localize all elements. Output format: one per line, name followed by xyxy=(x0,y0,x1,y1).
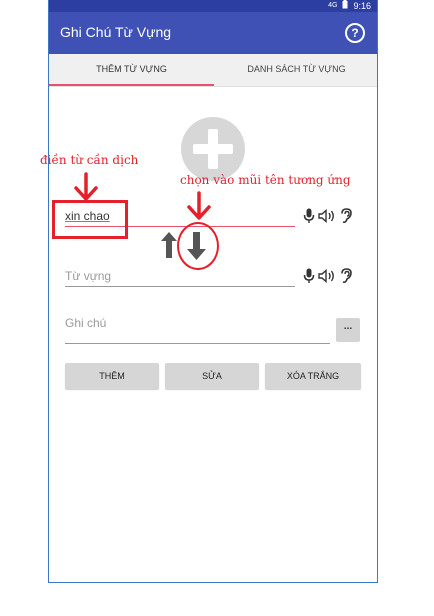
tab-add-vocab[interactable]: THÊM TỪ VỰNG xyxy=(49,54,214,86)
signal-indicator: 4G xyxy=(328,2,338,9)
vocab-actions xyxy=(303,268,355,284)
ear-icon[interactable] xyxy=(339,268,355,284)
tab-bar: THÊM TỪ VỰNG DANH SÁCH TỪ VỰNG xyxy=(49,54,377,87)
annotation-arrow-down-icon xyxy=(187,191,211,220)
edit-button[interactable]: SỬA xyxy=(165,363,259,389)
help-icon[interactable]: ? xyxy=(345,23,365,43)
speaker-icon[interactable] xyxy=(318,269,336,283)
annotation-highlight-circle xyxy=(177,222,219,270)
more-button[interactable]: ... xyxy=(336,318,360,342)
vocab-placeholder: Từ vựng xyxy=(65,269,112,283)
vocab-input[interactable]: Từ vựng xyxy=(65,269,295,287)
tab-add-vocab-label: THÊM TỪ VỰNG xyxy=(96,64,167,74)
app-bar: Ghi Chú Từ Vựng ? xyxy=(49,12,377,54)
annotation-highlight-box xyxy=(52,200,128,239)
tab-vocab-list-label: DANH SÁCH TỪ VỰNG xyxy=(247,64,346,74)
tab-vocab-list[interactable]: DANH SÁCH TỪ VỰNG xyxy=(214,54,377,86)
speaker-icon[interactable] xyxy=(318,209,336,223)
note-placeholder: Ghi chú xyxy=(65,316,107,330)
phone-screen: 4G 9:16 Ghi Chú Từ Vựng ? THÊM TỪ VỰNG D… xyxy=(48,0,378,583)
microphone-icon[interactable] xyxy=(303,208,315,224)
add-button[interactable]: THÊM xyxy=(65,363,159,389)
add-image-icon[interactable] xyxy=(181,117,245,181)
app-title: Ghi Chú Từ Vựng xyxy=(60,24,172,40)
tab-indicator xyxy=(49,84,214,86)
status-bar: 4G 9:16 xyxy=(49,0,377,12)
annotation-fill-word: điền từ cần dịch xyxy=(40,153,139,167)
clock: 9:16 xyxy=(353,1,371,11)
source-actions xyxy=(303,208,355,224)
note-input[interactable]: Ghi chú xyxy=(65,316,330,344)
microphone-icon[interactable] xyxy=(303,268,315,284)
annotation-arrow-down-icon xyxy=(74,172,98,201)
ear-icon[interactable] xyxy=(339,208,355,224)
clear-button[interactable]: XÓA TRẮNG xyxy=(265,363,361,389)
annotation-choose-arrow: chọn vào mũi tên tương ứng xyxy=(180,173,351,187)
battery-icon xyxy=(342,0,348,12)
